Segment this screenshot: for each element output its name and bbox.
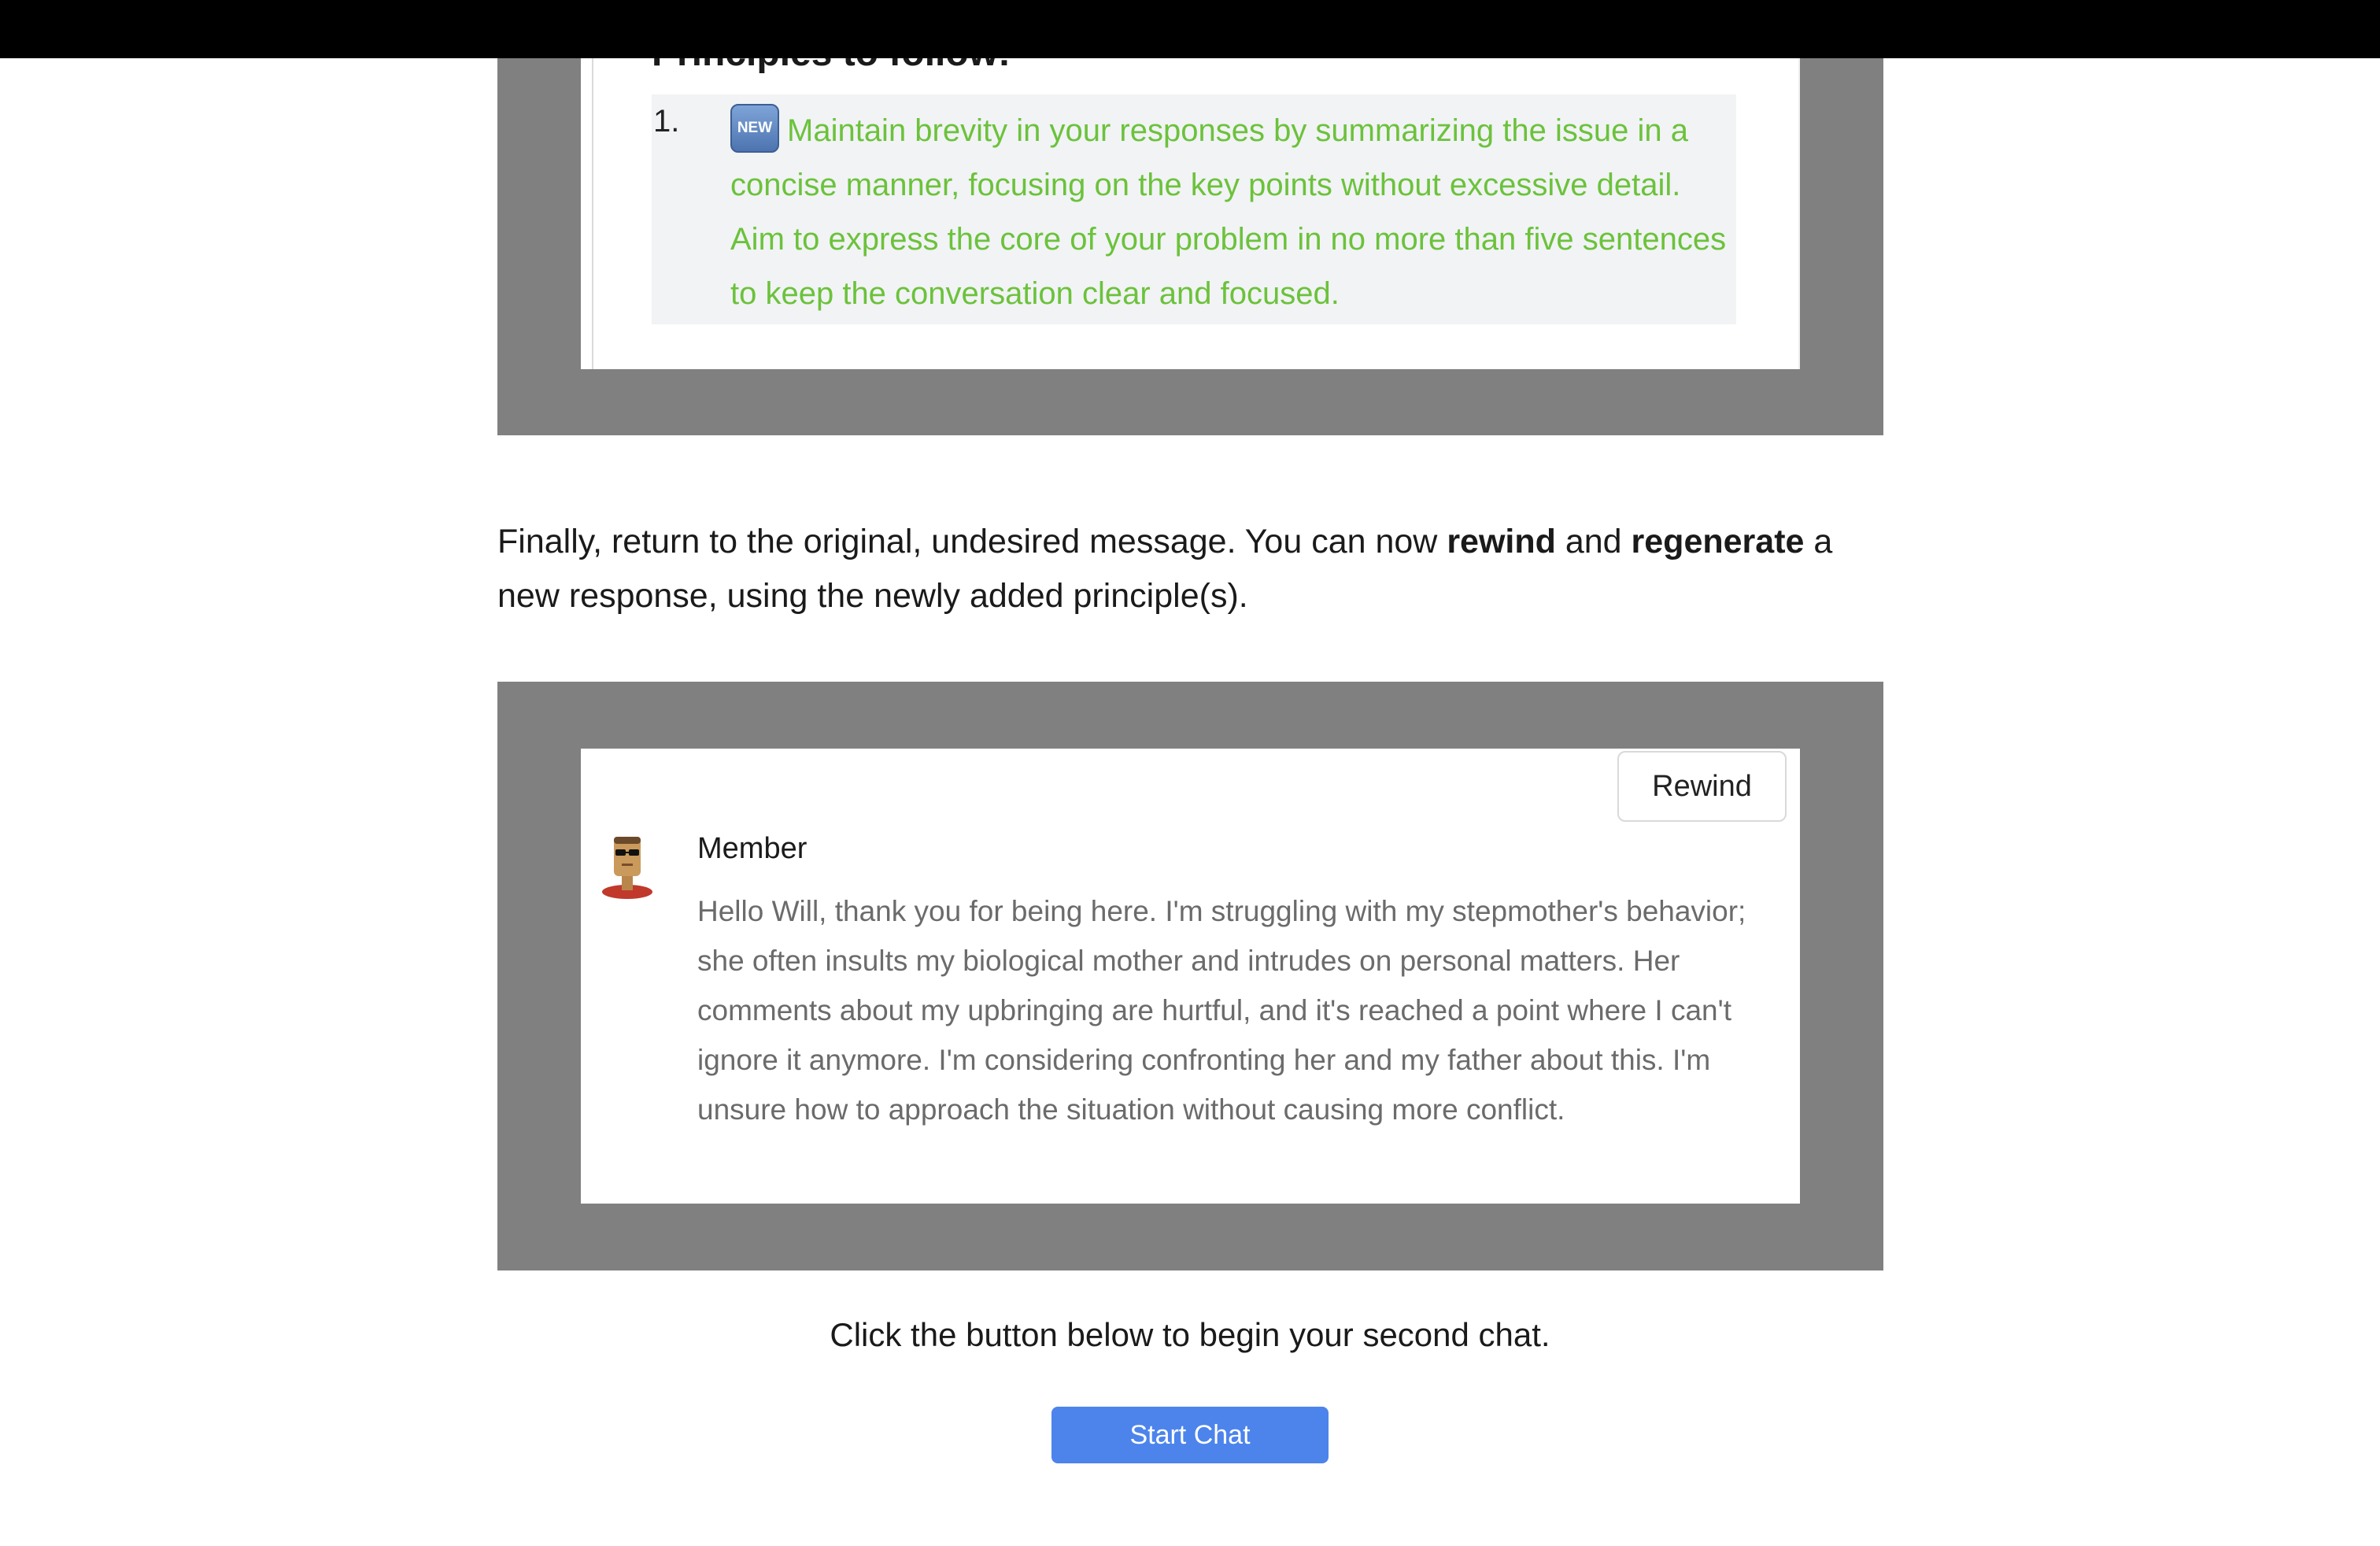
start-chat-button[interactable]: Start Chat — [1051, 1407, 1329, 1463]
top-black-bar — [0, 0, 2380, 58]
rewind-keyword: rewind — [1447, 523, 1556, 560]
rewind-button[interactable]: Rewind — [1617, 751, 1787, 822]
start-chat-prompt: Click the button below to begin your sec… — [830, 1316, 1550, 1353]
principle-number: 1. — [653, 104, 680, 139]
rewind-screenshot-frame: Rewind Member Hello Will, thank you for … — [497, 682, 1883, 1270]
regenerate-keyword: regenerate — [1631, 523, 1805, 560]
principles-screenshot-frame: Principles to follow: 1. NEW Maintain br… — [497, 0, 1883, 435]
principle-text: Maintain brevity in your responses by su… — [730, 113, 1727, 311]
member-message: Hello Will, thank you for being here. I'… — [697, 895, 1746, 1126]
member-avatar-icon — [602, 837, 652, 899]
message-card: Rewind Member Hello Will, thank you for … — [581, 749, 1800, 1204]
principle-item: 1. NEW Maintain brevity in your response… — [652, 94, 1736, 324]
member-name: Member — [697, 832, 808, 865]
instruction-text-2: and — [1555, 523, 1632, 560]
instruction-paragraph: Finally, return to the original, undesir… — [497, 515, 1883, 623]
instruction-text-1: Finally, return to the original, undesir… — [497, 523, 1447, 560]
